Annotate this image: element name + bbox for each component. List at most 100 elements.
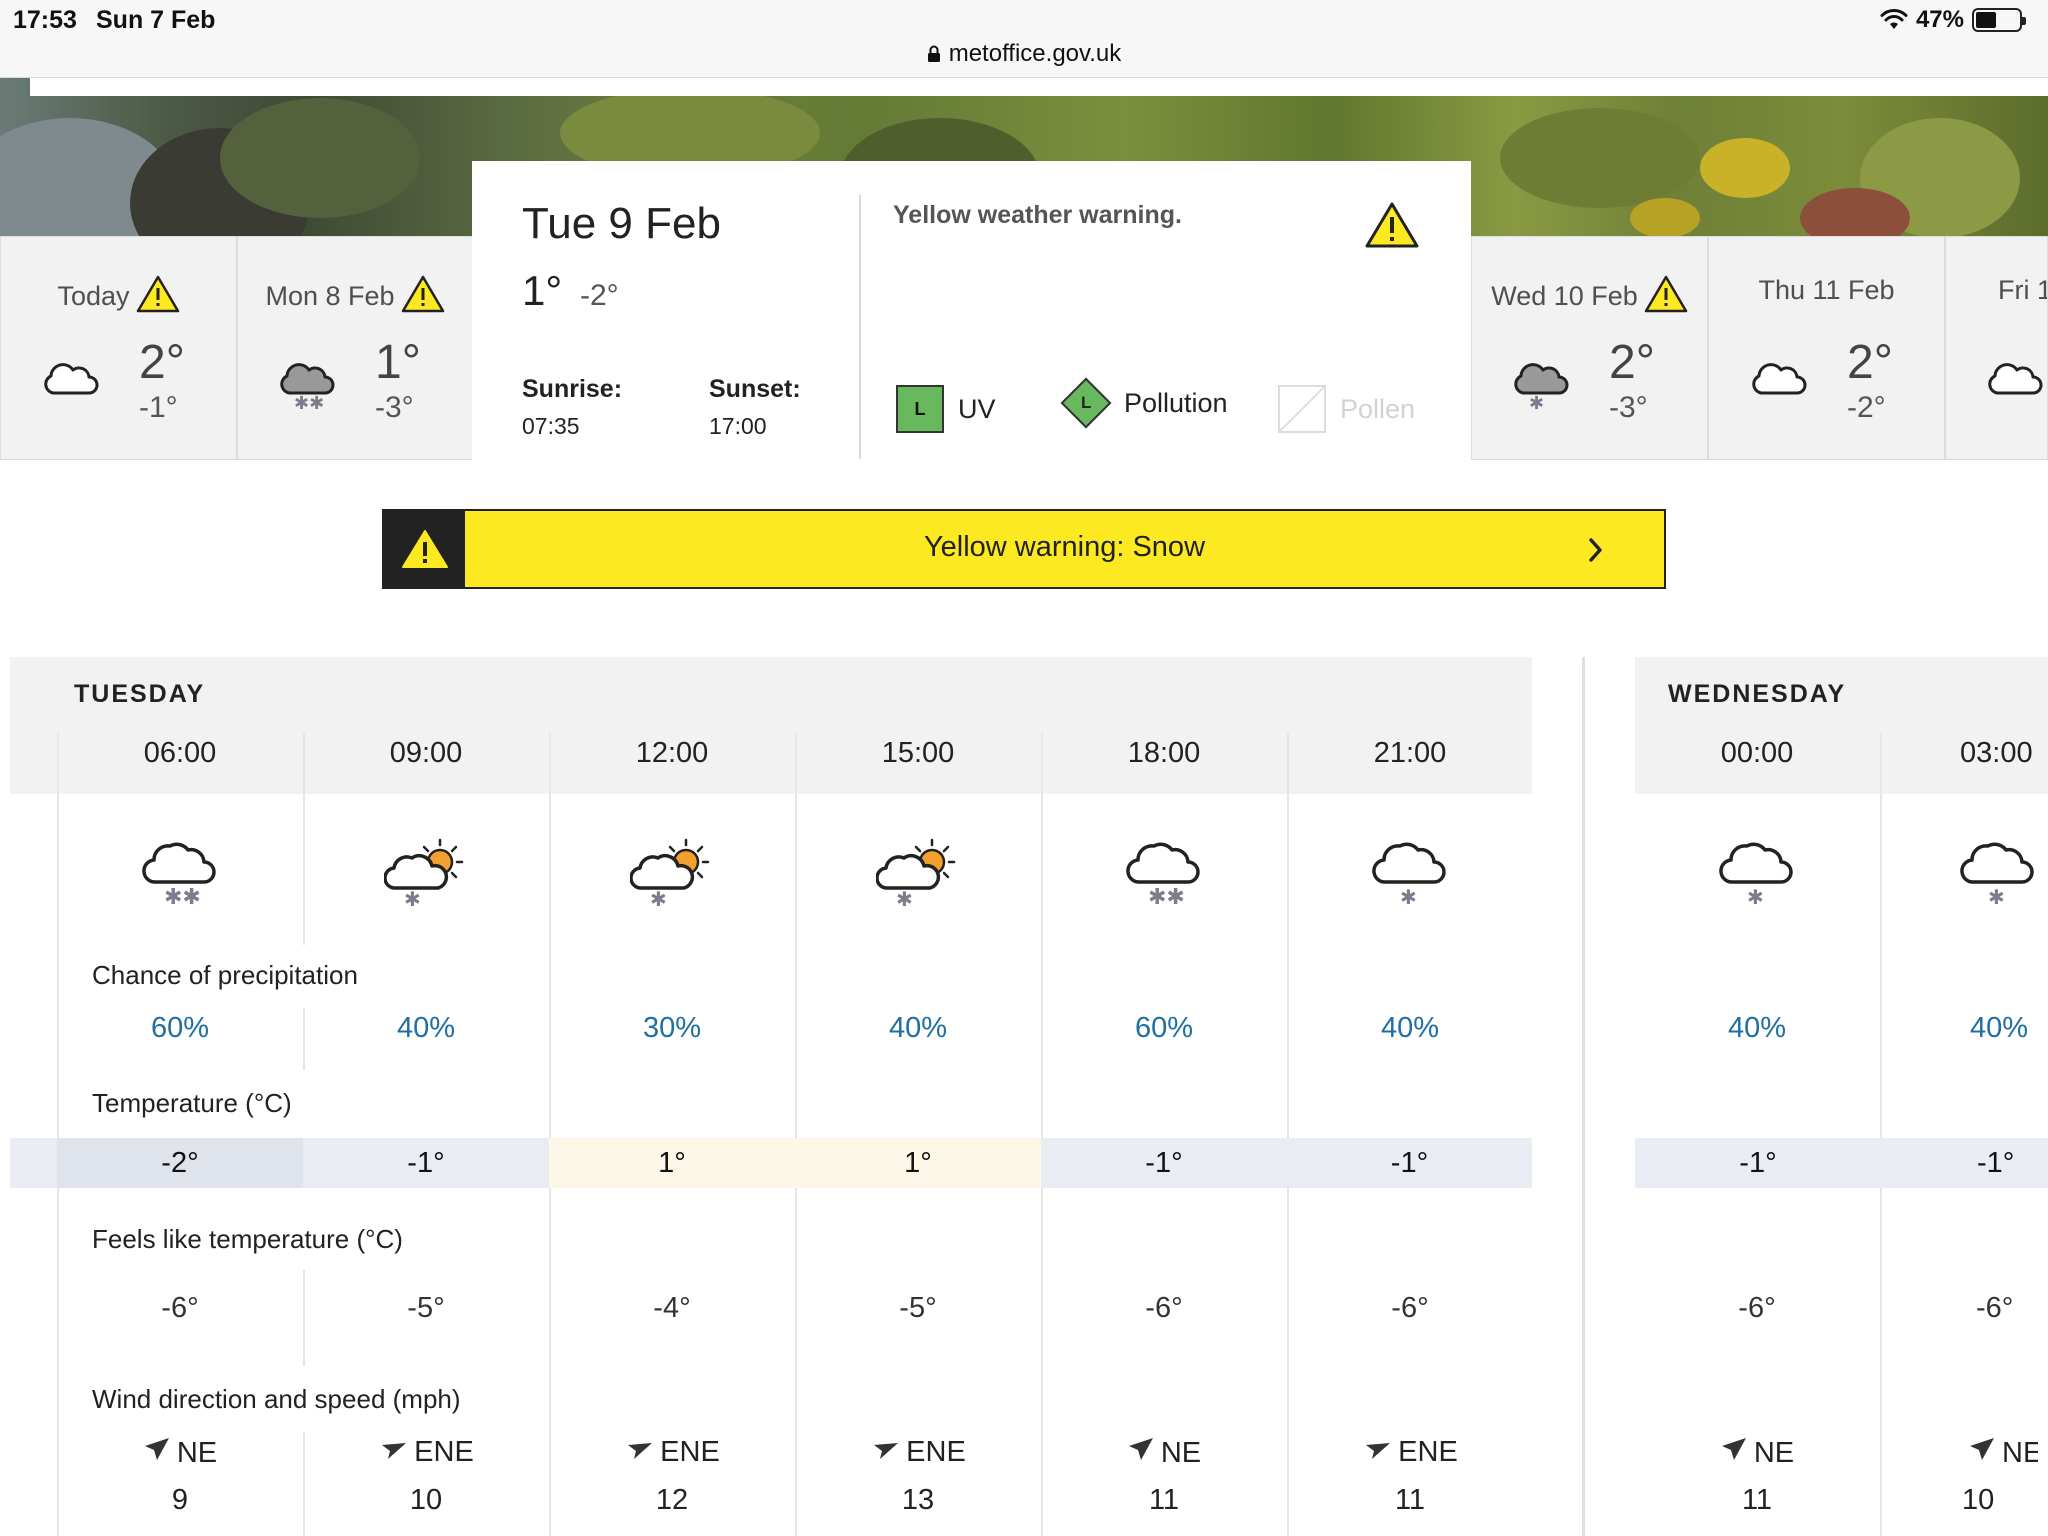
day-tile-fri[interactable]: Fri 1 [1945, 236, 2048, 460]
day-tile-wed[interactable]: Wed 10 Feb ✱ 2° -3° [1471, 236, 1708, 460]
svg-text:✱✱: ✱✱ [1148, 885, 1185, 906]
selected-day-date: Tue 9 Feb [522, 199, 721, 248]
light-snow-cloud-icon: ✱ [1514, 363, 1569, 409]
light-snow-cloud-icon: ✱ [1372, 842, 1446, 906]
day-high-temp: 2° [139, 336, 185, 389]
cloud-icon [44, 363, 99, 395]
weather-icon-cell: ✱ [1634, 836, 1880, 906]
wind-direction: NE [1041, 1436, 1287, 1470]
day-low-temp: -2° [1847, 391, 1886, 424]
wind-arrow-icon [628, 1443, 653, 1459]
wind-direction: ENE [303, 1436, 549, 1469]
precip-value: 40% [1380, 1012, 1440, 1044]
wind-direction-text: ENE [414, 1436, 474, 1468]
pollen-level-badge [1278, 385, 1326, 433]
precip-value: 60% [1134, 1012, 1194, 1044]
feels-row-label: Feels like temperature (°C) [92, 1224, 403, 1254]
sunset-time: 17:00 [709, 413, 767, 439]
hero-top-strip [30, 78, 2048, 96]
svg-text:✱: ✱ [1747, 885, 1764, 906]
wind-direction: NE [1880, 1436, 2038, 1470]
weather-icon-cell: ✱ [1880, 836, 2038, 906]
feels-value: -6° [1145, 1292, 1183, 1324]
day-tile-mon[interactable]: Mon 8 Feb ✱✱ 1° -3° [237, 236, 473, 460]
wind-arrow-icon [1721, 1438, 1746, 1460]
wind-direction-text: ENE [906, 1436, 966, 1468]
feels-value: -6° [161, 1292, 199, 1324]
wind-direction: ENE [795, 1436, 1041, 1469]
feels-value: -6° [1976, 1292, 2014, 1324]
address-bar[interactable]: metoffice.gov.uk [0, 40, 2048, 70]
temp-value: -1° [1635, 1138, 1881, 1188]
lock-icon [927, 42, 941, 70]
temp-value: -1° [1881, 1138, 2048, 1188]
day-label-tuesday: TUESDAY [74, 680, 206, 708]
wind-arrow-icon [1366, 1443, 1391, 1459]
day-low-temp: -1° [139, 391, 178, 424]
wind-direction-text: NE [1160, 1437, 1202, 1469]
pollution-index[interactable]: L Pollution [1060, 377, 1228, 429]
day-tile-header: Today [1, 275, 236, 313]
time-header: 09:00 [389, 737, 463, 769]
temp-value: -1° [1287, 1138, 1532, 1188]
wind-speed: 13 [901, 1484, 935, 1516]
weather-icon-cell: ✱ [795, 836, 1041, 908]
sunrise-time: 07:35 [522, 413, 580, 439]
warning-triangle-icon [1644, 275, 1688, 313]
banner-icon-box [384, 511, 465, 587]
wifi-icon [1880, 9, 1908, 29]
wind-speed: 12 [655, 1484, 689, 1516]
tuesday-header [10, 657, 1532, 794]
wind-speed: 10 [409, 1484, 443, 1516]
time-header: 06:00 [143, 737, 217, 769]
pollution-level-badge: L [1060, 377, 1112, 429]
wind-speed: 11 [1394, 1484, 1426, 1516]
wind-arrow-icon [1128, 1438, 1153, 1460]
light-snow-cloud-icon: ✱ [1960, 842, 2034, 906]
precip-row-label: Chance of precipitation [92, 960, 358, 990]
cloud-icon [1988, 363, 2043, 395]
uv-index[interactable]: L UV [896, 385, 996, 433]
day-tile-header: Wed 10 Feb [1472, 275, 1707, 313]
svg-text:✱✱: ✱✱ [294, 393, 324, 409]
status-date: Sun 7 Feb [96, 6, 216, 34]
feels-value: -5° [407, 1292, 445, 1324]
banner-text: Yellow warning: Snow [923, 531, 1206, 563]
temp-value: -1° [1041, 1138, 1287, 1188]
time-header: 18:00 [1127, 737, 1201, 769]
wind-arrow-icon [382, 1443, 407, 1459]
status-right: 47% [1880, 6, 2026, 34]
day-tile-thu[interactable]: Thu 11 Feb 2° -2° [1708, 236, 1945, 460]
day-high-temp: 1° [375, 336, 421, 389]
temp-value: 1° [549, 1138, 795, 1188]
day-separator [1582, 657, 1585, 1536]
day-low-temp: -3° [1609, 391, 1648, 424]
weather-warning-title[interactable]: Yellow weather warning. [893, 201, 1182, 230]
sunset-label: Sunset: [709, 375, 801, 403]
temp-value: -1° [303, 1138, 549, 1188]
weather-icon-cell: ✱✱ [1041, 836, 1287, 906]
wind-direction-text: ENE [660, 1436, 720, 1468]
wind-direction-text: NE [1753, 1437, 1795, 1469]
wind-direction-text: ENE [1398, 1436, 1458, 1468]
svg-text:✱: ✱ [404, 887, 421, 908]
precip-value: 30% [642, 1012, 702, 1044]
pollen-index[interactable]: Pollen [1278, 385, 1415, 433]
day-low-temp: -3° [375, 391, 414, 424]
yellow-warning-banner[interactable]: Yellow warning: Snow [382, 509, 1666, 589]
sun-snow-cloud-icon: ✱ [384, 838, 464, 908]
warning-triangle-icon [1365, 202, 1419, 248]
pollen-label: Pollen [1340, 393, 1416, 424]
weather-icon-cell: ✱✱ [57, 836, 303, 906]
svg-text:✱: ✱ [1400, 885, 1417, 906]
day-tile-header: Thu 11 Feb [1709, 275, 1944, 306]
day-tile-label: Mon 8 Feb [265, 281, 395, 311]
uv-label: UV [958, 393, 996, 424]
wind-arrow-icon [1970, 1438, 1994, 1460]
heavy-snow-cloud-icon: ✱✱ [1126, 842, 1200, 906]
weather-icon-cell: ✱ [549, 836, 795, 908]
svg-text:✱✱: ✱✱ [164, 885, 201, 906]
day-tile-label: Today [57, 281, 130, 311]
precip-value: 40% [888, 1012, 948, 1044]
day-tile-today[interactable]: Today 2° -1° [0, 236, 237, 460]
